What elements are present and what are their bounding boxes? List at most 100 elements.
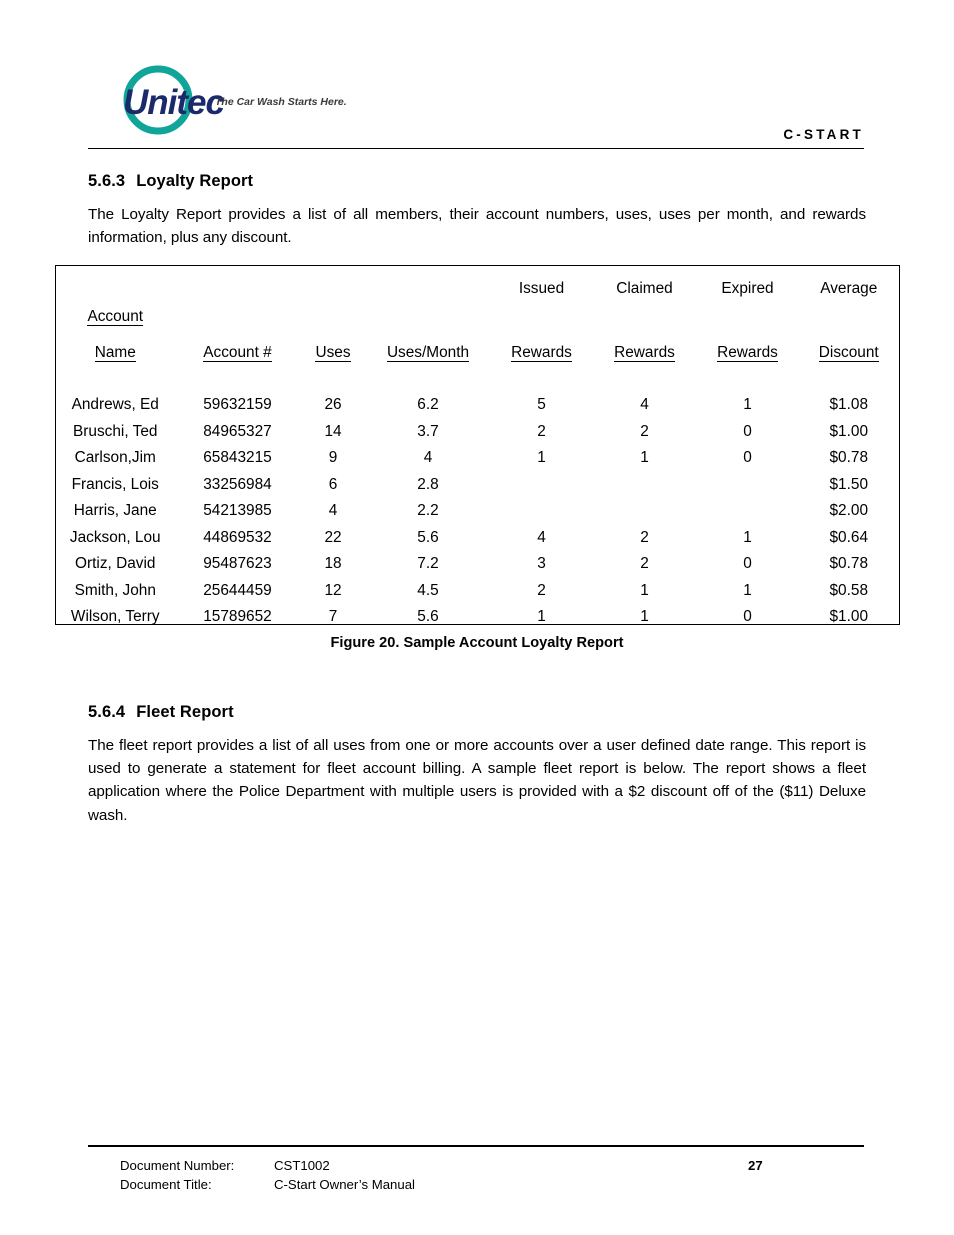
- header-name-text: Name: [94, 343, 136, 362]
- cell-account: 33256984: [203, 475, 272, 493]
- header-account-number: Account #: [175, 326, 300, 362]
- header-divider-rule: [88, 148, 864, 149]
- page-content: 5.6.3 Loyalty Report The Loyalty Report p…: [54, 170, 900, 827]
- cell-expired: 0: [743, 422, 752, 440]
- table-row: Harris, Jane 54213985 4 2.2 $2.00: [55, 492, 899, 519]
- cell-name: Harris, Jane: [73, 502, 157, 520]
- header-account-top: Account: [55, 296, 175, 326]
- cell-discount: $1.00: [829, 607, 868, 625]
- cell-uses: 7: [328, 607, 338, 625]
- header-claimed: Claimed: [616, 279, 673, 297]
- unitec-logo-icon: Unitec The Car Wash Starts Here.: [123, 65, 347, 135]
- header-spacer-a: [175, 296, 300, 326]
- cell-account: 59632159: [203, 396, 272, 414]
- cell-discount: $2.00: [829, 502, 868, 520]
- table-row: Andrews, Ed 59632159 26 6.2 5 4 1 $1.08: [55, 386, 899, 413]
- header-cell-blank-1: [55, 266, 175, 296]
- cell-account: 44869532: [203, 528, 272, 546]
- cell-uses: 18: [324, 555, 342, 573]
- header-document-name: C-START: [783, 127, 864, 142]
- header-account-number-text: Account #: [203, 343, 272, 362]
- table-row: Carlson,Jim 65843215 9 4 1 1 0 $0.78: [55, 439, 899, 466]
- cell-account: 54213985: [203, 502, 272, 520]
- table-row: Jackson, Lou 44869532 22 5.6 4 2 1 $0.64: [55, 518, 899, 545]
- document-page: Unitec The Car Wash Starts Here. Unitec …: [0, 0, 954, 1235]
- footer-row-document-number: Document Number: CST1002 27: [88, 1156, 864, 1175]
- cell-issued: 2: [537, 581, 546, 599]
- header-uses-month: Uses/Month: [366, 326, 490, 362]
- cell-discount: $0.78: [829, 555, 868, 573]
- cell-claimed: 1: [640, 449, 649, 467]
- header-issued: Issued: [518, 279, 565, 297]
- footer-divider-rule: [88, 1145, 864, 1147]
- cell-uses: 14: [324, 422, 342, 440]
- cell-claimed: 2: [640, 555, 649, 573]
- paragraph-fleet-report: The fleet report provides a list of all …: [88, 737, 866, 824]
- cell-discount: $0.64: [829, 528, 868, 546]
- cell-uses: 26: [324, 396, 342, 414]
- table-gap-row: [55, 362, 899, 386]
- heading-fleet-number: 5.6.4: [88, 702, 126, 721]
- header-expired-rewards: Rewards: [696, 326, 799, 362]
- heading-loyalty-report: 5.6.3 Loyalty Report: [88, 170, 866, 192]
- cell-name: Smith, John: [74, 581, 156, 599]
- header-uses-text: Uses: [315, 343, 351, 362]
- cell-claimed: 2: [640, 528, 649, 546]
- cell-account: 95487623: [203, 555, 272, 573]
- cell-name: Wilson, Terry: [70, 607, 160, 625]
- table-header-row-account: Account: [55, 296, 899, 326]
- cell-name: Bruschi, Ted: [73, 422, 158, 440]
- header-expired: Expired: [721, 279, 774, 297]
- cell-uses-month: 2.2: [417, 502, 439, 520]
- cell-issued: [490, 465, 593, 492]
- cell-issued: [490, 492, 593, 519]
- cell-expired: [696, 492, 799, 519]
- cell-uses-month: 5.6: [417, 528, 439, 546]
- loyalty-table-body: Andrews, Ed 59632159 26 6.2 5 4 1 $1.08 Bruschi,…: [55, 362, 899, 625]
- table-row: Bruschi, Ted 84965327 14 3.7 2 2 0 $1.00: [55, 412, 899, 439]
- cell-expired: [696, 465, 799, 492]
- header-uses-month-text: Uses/Month: [386, 343, 470, 362]
- logo-tagline-text: The Car Wash Starts Here.: [215, 96, 347, 108]
- cell-claimed: [593, 465, 696, 492]
- unitec-logo: Unitec The Car Wash Starts Here. Unitec …: [105, 63, 405, 138]
- table-header-row-bottom: Name Account # Uses Uses/Month Rewards R…: [55, 326, 899, 362]
- header-cell-blank-4: [366, 266, 490, 296]
- header-spacer-c: [366, 296, 490, 326]
- header-cell-blank-2: [175, 266, 300, 296]
- header-uses: Uses: [300, 326, 366, 362]
- header-expired-rewards-text: Rewards: [717, 343, 778, 362]
- loyalty-table-head: Issued Claimed Expired Average Account N…: [55, 266, 899, 362]
- cell-uses-month: 5.6: [417, 607, 439, 625]
- page-footer: Document Number: CST1002 27 Document Tit…: [88, 1156, 864, 1194]
- cell-issued: 1: [537, 449, 546, 467]
- header-average: Average: [820, 279, 878, 297]
- header-claimed-rewards-text: Rewards: [614, 343, 675, 362]
- heading-fleet-report: 5.6.4 Fleet Report: [88, 701, 866, 723]
- table-row: Francis, Lois 33256984 6 2.8 $1.50: [55, 465, 899, 492]
- header-spacer-f: [696, 296, 799, 326]
- heading-loyalty-number: 5.6.3: [88, 172, 126, 190]
- cell-account: 25644459: [203, 581, 272, 599]
- header-issued-rewards-text: Rewards: [511, 343, 572, 362]
- cell-name: Jackson, Lou: [69, 528, 161, 546]
- cell-uses-month: 7.2: [417, 555, 439, 573]
- table-gap-cell: [55, 362, 899, 386]
- svg-text:Unitec: Unitec: [123, 83, 225, 122]
- cell-issued: 5: [537, 396, 546, 414]
- cell-uses: 9: [328, 449, 338, 467]
- header-average-discount: Discount: [799, 326, 899, 362]
- header-spacer-e: [593, 296, 696, 326]
- cell-expired: 1: [743, 581, 752, 599]
- cell-uses-month: 3.7: [417, 422, 439, 440]
- header-name: Name: [55, 326, 175, 362]
- header-issued-rewards: Rewards: [490, 326, 593, 362]
- cell-claimed: 1: [640, 607, 649, 625]
- table-row: Ortiz, David 95487623 18 7.2 3 2 0 $0.78: [55, 545, 899, 572]
- loyalty-table-wrapper: Issued Claimed Expired Average Account N…: [54, 265, 900, 625]
- header-spacer-g: [799, 296, 899, 326]
- footer-page-number: 27: [748, 1158, 763, 1173]
- cell-name: Andrews, Ed: [71, 396, 159, 414]
- table-header-row-top: Issued Claimed Expired Average: [55, 266, 899, 296]
